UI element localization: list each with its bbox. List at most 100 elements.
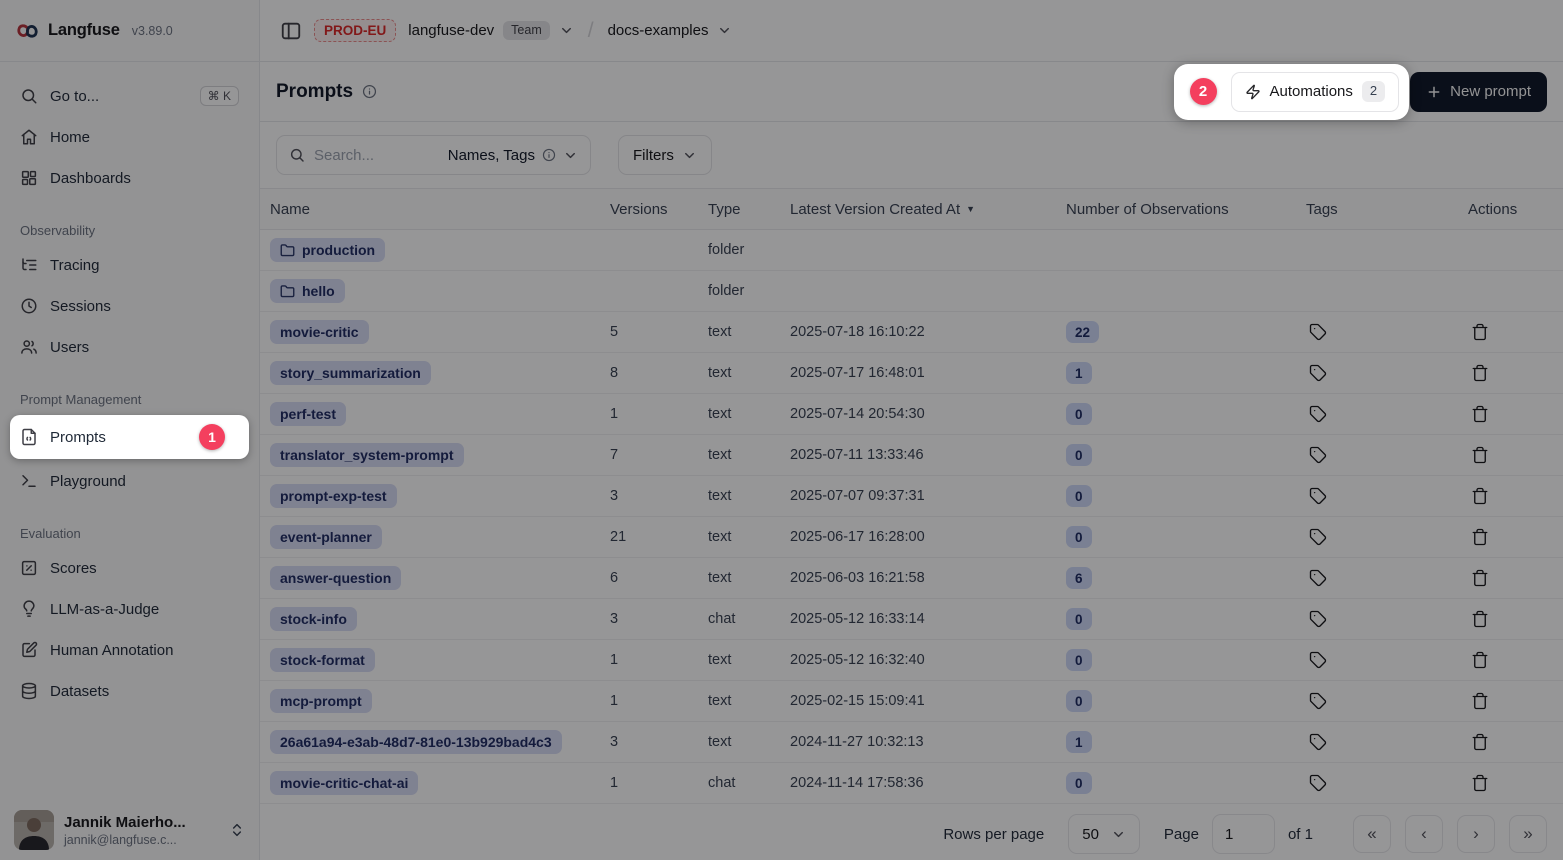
table-row[interactable]: 26a61a94-e3ab-48d7-81e0-13b929bad4c3 3 t… [260, 722, 1563, 763]
last-page-button[interactable]: » [1509, 815, 1547, 853]
org-selector[interactable]: langfuse-dev Team [408, 21, 573, 41]
tag-icon [1309, 774, 1327, 792]
prompt-name-badge[interactable]: perf-test [270, 402, 346, 426]
tags-cell [1306, 525, 1468, 550]
delete-button[interactable] [1468, 525, 1492, 549]
actions-cell [1468, 566, 1547, 591]
sidebar-item-sessions[interactable]: Sessions [10, 287, 249, 325]
prompt-name-badge[interactable]: mcp-prompt [270, 689, 372, 713]
new-prompt-button[interactable]: New prompt [1410, 72, 1547, 112]
prompt-name-cell: 26a61a94-e3ab-48d7-81e0-13b929bad4c3 [270, 730, 610, 754]
sidebar-item-users[interactable]: Users [10, 328, 249, 366]
versions-cell: 21 [610, 529, 708, 545]
delete-button[interactable] [1468, 730, 1492, 754]
search-box[interactable]: Names, Tags [276, 135, 591, 175]
goto-label: Go to... [50, 88, 99, 105]
table-row[interactable]: event-planner 21 text 2025-06-17 16:28:0… [260, 517, 1563, 558]
tag-button[interactable] [1306, 525, 1330, 549]
column-header-created-at[interactable]: Latest Version Created At▼ [790, 201, 1066, 218]
table-row[interactable]: movie-critic-chat-ai 1 chat 2024-11-14 1… [260, 763, 1563, 804]
tag-button[interactable] [1306, 443, 1330, 467]
table-row[interactable]: mcp-prompt 1 text 2025-02-15 15:09:41 0 [260, 681, 1563, 722]
tag-button[interactable] [1306, 730, 1330, 754]
table-row[interactable]: prompt-exp-test 3 text 2025-07-07 09:37:… [260, 476, 1563, 517]
prev-page-button[interactable]: ‹ [1405, 815, 1443, 853]
delete-button[interactable] [1468, 484, 1492, 508]
prompt-name-badge[interactable]: movie-critic [270, 320, 369, 344]
sidebar-item-llm-judge[interactable]: LLM-as-a-Judge [10, 590, 249, 628]
sidebar-item-human-annotation[interactable]: Human Annotation [10, 631, 249, 669]
delete-button[interactable] [1468, 443, 1492, 467]
rows-per-page-label: Rows per page [943, 826, 1044, 843]
prompt-name-badge[interactable]: production [270, 238, 385, 262]
delete-button[interactable] [1468, 361, 1492, 385]
table-row[interactable]: story_summarization 8 text 2025-07-17 16… [260, 353, 1563, 394]
type-cell: folder [708, 283, 790, 299]
column-header-tags: Tags [1306, 201, 1468, 218]
filters-button[interactable]: Filters [618, 135, 712, 175]
table-row[interactable]: hello folder [260, 271, 1563, 312]
tag-button[interactable] [1306, 771, 1330, 795]
chevron-down-icon [1111, 827, 1126, 842]
table-row[interactable]: movie-critic 5 text 2025-07-18 16:10:22 … [260, 312, 1563, 353]
sidebar-item-tracing[interactable]: Tracing [10, 246, 249, 284]
chevron-down-icon [563, 148, 578, 163]
sidebar-item-scores[interactable]: Scores [10, 549, 249, 587]
search-input[interactable] [314, 147, 404, 164]
delete-button[interactable] [1468, 771, 1492, 795]
tag-button[interactable] [1306, 648, 1330, 672]
first-page-button[interactable]: « [1353, 815, 1391, 853]
automations-button[interactable]: Automations 2 [1231, 72, 1400, 112]
table-row[interactable]: answer-question 6 text 2025-06-03 16:21:… [260, 558, 1563, 599]
delete-button[interactable] [1468, 566, 1492, 590]
created-at-cell: 2025-06-17 16:28:00 [790, 529, 1066, 545]
sidebar-item-home[interactable]: Home [10, 118, 249, 156]
table-row[interactable]: production folder [260, 230, 1563, 271]
rows-per-page-select[interactable]: 50 [1068, 814, 1140, 854]
prompt-name-badge[interactable]: answer-question [270, 566, 401, 590]
goto-search[interactable]: Go to... ⌘ K [10, 77, 249, 115]
sidebar-item-datasets[interactable]: Datasets [10, 672, 249, 710]
sidebar-section-prompt-management: Prompt Management [20, 392, 239, 407]
tag-button[interactable] [1306, 484, 1330, 508]
prompt-name-badge[interactable]: translator_system-prompt [270, 443, 464, 467]
prompt-name-badge[interactable]: event-planner [270, 525, 382, 549]
prompt-name-badge[interactable]: 26a61a94-e3ab-48d7-81e0-13b929bad4c3 [270, 730, 562, 754]
created-at-cell: 2025-07-07 09:37:31 [790, 488, 1066, 504]
prompt-name-badge[interactable]: prompt-exp-test [270, 484, 397, 508]
table-row[interactable]: stock-format 1 text 2025-05-12 16:32:40 … [260, 640, 1563, 681]
tag-button[interactable] [1306, 361, 1330, 385]
tag-button[interactable] [1306, 607, 1330, 631]
chevron-down-icon [682, 148, 697, 163]
sidebar: Langfuse v3.89.0 Go to... ⌘ K Home Dashb… [0, 0, 260, 860]
sidebar-item-dashboards[interactable]: Dashboards [10, 159, 249, 197]
table-row[interactable]: translator_system-prompt 7 text 2025-07-… [260, 435, 1563, 476]
info-icon[interactable] [362, 84, 377, 99]
table-row[interactable]: perf-test 1 text 2025-07-14 20:54:30 0 [260, 394, 1563, 435]
table-row[interactable]: stock-info 3 chat 2025-05-12 16:33:14 0 [260, 599, 1563, 640]
delete-button[interactable] [1468, 320, 1492, 344]
sidebar-item-prompts[interactable]: Prompts 1 [10, 415, 249, 459]
delete-button[interactable] [1468, 607, 1492, 631]
tag-button[interactable] [1306, 402, 1330, 426]
prompt-name-badge[interactable]: hello [270, 279, 345, 303]
prompt-name-badge[interactable]: story_summarization [270, 361, 431, 385]
prompt-name-cell: story_summarization [270, 361, 610, 385]
delete-button[interactable] [1468, 648, 1492, 672]
tag-button[interactable] [1306, 566, 1330, 590]
next-page-button[interactable]: › [1457, 815, 1495, 853]
prompt-name-badge[interactable]: stock-info [270, 607, 357, 631]
tag-button[interactable] [1306, 689, 1330, 713]
panel-left-icon[interactable] [280, 20, 302, 42]
delete-button[interactable] [1468, 402, 1492, 426]
trash-icon [1471, 364, 1489, 382]
search-scope-selector[interactable]: Names, Tags [448, 147, 578, 164]
prompt-name-badge[interactable]: stock-format [270, 648, 375, 672]
delete-button[interactable] [1468, 689, 1492, 713]
tag-button[interactable] [1306, 320, 1330, 344]
project-selector[interactable]: docs-examples [608, 22, 733, 39]
user-menu[interactable]: Jannik Maierho... jannik@langfuse.c... [14, 810, 251, 850]
page-number-input[interactable] [1212, 814, 1275, 854]
sidebar-item-playground[interactable]: Playground [10, 462, 249, 500]
prompt-name-badge[interactable]: movie-critic-chat-ai [270, 771, 418, 795]
